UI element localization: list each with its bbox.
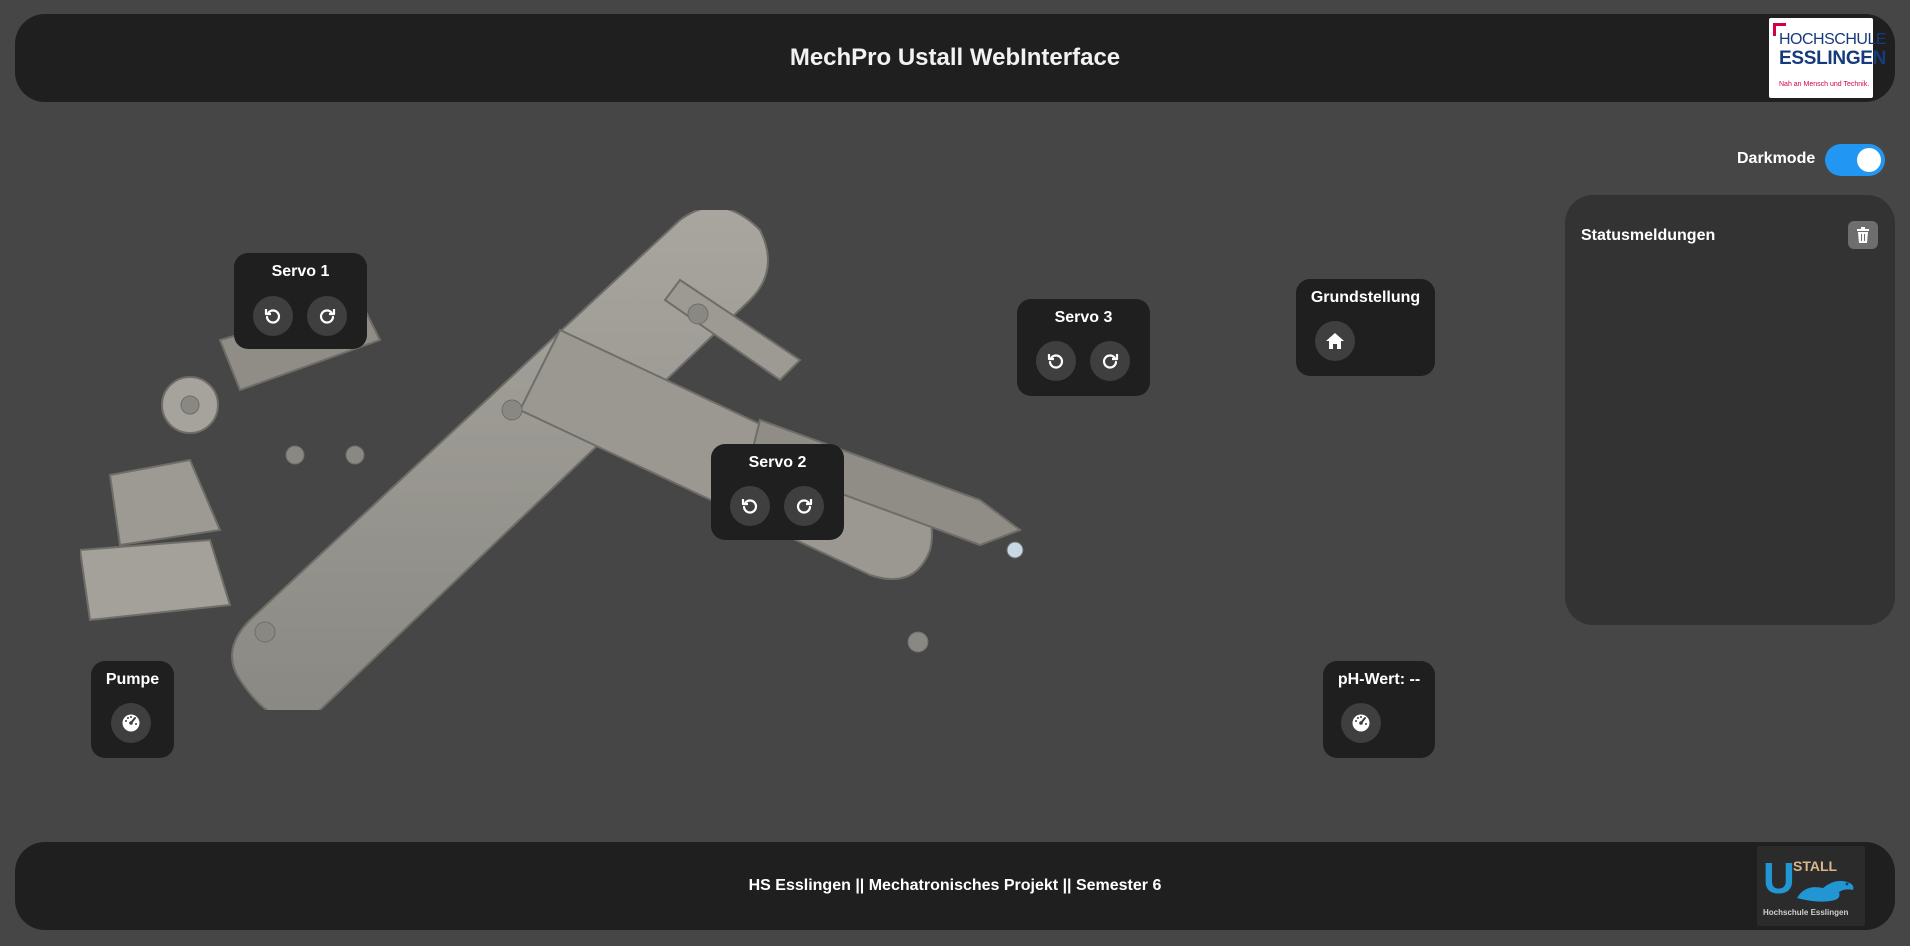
footer-text: HS Esslingen || Mechatronisches Projekt … [748, 877, 1162, 894]
servo2-card: Servo 2 [711, 444, 844, 540]
ph-button[interactable] [1341, 703, 1381, 743]
logo-line3: Nah an Mensch und Technik. [1779, 81, 1870, 88]
logo-line2: ESSLINGEN [1779, 48, 1887, 69]
servo1-cw-button[interactable] [307, 296, 347, 336]
home-icon [1326, 333, 1344, 349]
gauge-icon [1352, 714, 1370, 732]
pump-button[interactable] [111, 703, 151, 743]
servo3-cw-button[interactable] [1090, 341, 1130, 381]
trash-icon [1857, 227, 1869, 243]
gauge-icon [122, 714, 140, 732]
page: MechPro Ustall WebInterface HOCHSCHULE E… [0, 0, 1910, 946]
home-title: Grundstellung [1310, 289, 1421, 306]
darkmode-toggle[interactable] [1825, 144, 1885, 176]
servo1-ccw-button[interactable] [253, 296, 293, 336]
toggle-knob [1857, 148, 1881, 172]
servo1-title: Servo 1 [271, 263, 330, 280]
status-title: Statusmeldungen [1581, 227, 1716, 244]
footer-bar: HS Esslingen || Mechatronisches Projekt … [15, 842, 1895, 930]
servo3-ccw-button[interactable] [1036, 341, 1076, 381]
ustall-logo-word: STALL [1793, 858, 1838, 874]
ustall-logo-subtitle: Hochschule Esslingen [1763, 908, 1849, 917]
page-title: MechPro Ustall WebInterface [789, 44, 1121, 71]
status-panel: Statusmeldungen [1565, 195, 1895, 625]
hochschule-logo: HOCHSCHULE ESSLINGEN Nah an Mensch und T… [1769, 18, 1887, 98]
header-bar: MechPro Ustall WebInterface HOCHSCHULE E… [15, 14, 1895, 102]
servo2-cw-button[interactable] [784, 486, 824, 526]
darkmode-label: Darkmode [1737, 150, 1816, 167]
rotate-right-icon [796, 499, 813, 514]
rotate-left-icon [1047, 354, 1064, 369]
ph-card: pH-Wert: -- [1323, 661, 1435, 758]
rotate-left-icon [264, 309, 281, 324]
pump-title: Pumpe [105, 671, 160, 688]
clear-status-button[interactable] [1848, 221, 1878, 249]
servo2-title: Servo 2 [748, 454, 807, 471]
seal-icon [1797, 880, 1854, 902]
home-button[interactable] [1315, 321, 1355, 361]
ustall-logo-letter: U [1763, 854, 1795, 903]
logo-line1: HOCHSCHULE [1779, 31, 1887, 48]
ph-title: pH-Wert: -- [1337, 671, 1421, 688]
servo2-ccw-button[interactable] [730, 486, 770, 526]
servo3-card: Servo 3 [1017, 299, 1150, 396]
home-card: Grundstellung [1296, 279, 1435, 376]
rotate-right-icon [1102, 354, 1119, 369]
pump-card: Pumpe [91, 661, 174, 758]
servo3-title: Servo 3 [1054, 309, 1113, 326]
rotate-right-icon [319, 309, 336, 324]
ustall-logo: U STALL Hochschule Esslingen [1757, 846, 1865, 926]
servo1-card: Servo 1 [234, 253, 367, 349]
rotate-left-icon [741, 499, 758, 514]
